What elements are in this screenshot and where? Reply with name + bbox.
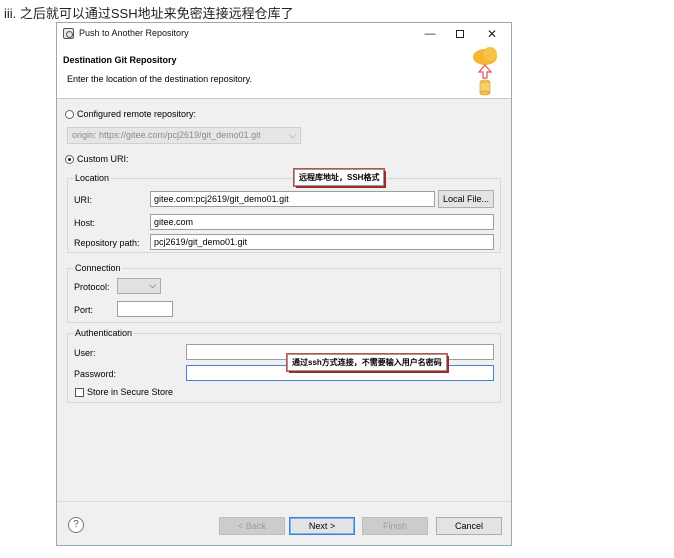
- window-title: Push to Another Repository: [79, 28, 189, 38]
- radio-selected-icon: [65, 154, 74, 164]
- store-secure-checkbox[interactable]: Store in Secure Store: [75, 387, 173, 397]
- cloud-push-icon: [473, 47, 497, 96]
- custom-uri-label: Custom URI:: [77, 154, 129, 164]
- document-heading: iii. 之后就可以通过SSH地址来免密连接远程仓库了: [4, 6, 294, 21]
- custom-uri-radio[interactable]: Custom URI:: [65, 154, 129, 164]
- back-button[interactable]: < Back: [219, 517, 285, 535]
- uri-label: URI:: [74, 195, 92, 205]
- footer-separator: [57, 501, 511, 502]
- location-group-label: Location: [74, 173, 111, 183]
- help-icon[interactable]: ?: [68, 517, 84, 533]
- chevron-down-icon: ⌵: [289, 130, 296, 140]
- eclipse-app-icon: [63, 28, 74, 39]
- configured-remote-radio[interactable]: Configured remote repository:: [65, 109, 196, 119]
- wizard-banner: Destination Git Repository Enter the loc…: [57, 45, 511, 99]
- protocol-label: Protocol:: [74, 282, 110, 292]
- push-dialog: Push to Another Repository — ✕ Destinati…: [56, 22, 512, 546]
- close-button[interactable]: ✕: [479, 26, 505, 42]
- host-input[interactable]: gitee.com: [150, 214, 494, 230]
- checkbox-unchecked-icon: [75, 387, 84, 397]
- finish-button[interactable]: Finish: [362, 517, 428, 535]
- user-label: User:: [74, 348, 96, 358]
- title-bar: Push to Another Repository — ✕: [57, 23, 511, 45]
- next-button[interactable]: Next >: [289, 517, 355, 535]
- page-title: Destination Git Repository: [63, 55, 177, 65]
- minimize-button[interactable]: —: [417, 26, 443, 42]
- configured-remote-value: origin: https://gitee.com/pcj2619/git_de…: [72, 130, 261, 140]
- port-label: Port:: [74, 305, 94, 315]
- repository-path-input[interactable]: pcj2619/git_demo01.git: [150, 234, 494, 250]
- configured-remote-combo: origin: https://gitee.com/pcj2619/git_de…: [67, 127, 301, 144]
- chevron-down-icon: ⌵: [149, 280, 156, 290]
- maximize-button[interactable]: [447, 26, 473, 42]
- store-secure-label: Store in Secure Store: [87, 387, 174, 397]
- configured-remote-label: Configured remote repository:: [77, 109, 197, 119]
- cancel-button[interactable]: Cancel: [436, 517, 502, 535]
- local-file-button[interactable]: Local File...: [438, 190, 494, 208]
- password-label: Password:: [74, 369, 117, 379]
- connection-group-label: Connection: [74, 263, 122, 273]
- auth-annotation: 通过ssh方式连接，不需要输入用户名密码: [287, 354, 447, 371]
- maximize-icon: [456, 30, 464, 38]
- protocol-select[interactable]: ⌵: [117, 278, 161, 294]
- uri-input[interactable]: gitee.com:pcj2619/git_demo01.git: [150, 191, 435, 207]
- port-input[interactable]: [117, 301, 173, 317]
- radio-unselected-icon: [65, 109, 74, 119]
- repository-path-label: Repository path:: [74, 238, 140, 248]
- uri-annotation: 远程库地址，SSH格式: [294, 169, 385, 186]
- authentication-group-label: Authentication: [74, 328, 134, 338]
- page-description: Enter the location of the destination re…: [67, 74, 252, 84]
- host-label: Host:: [74, 218, 96, 228]
